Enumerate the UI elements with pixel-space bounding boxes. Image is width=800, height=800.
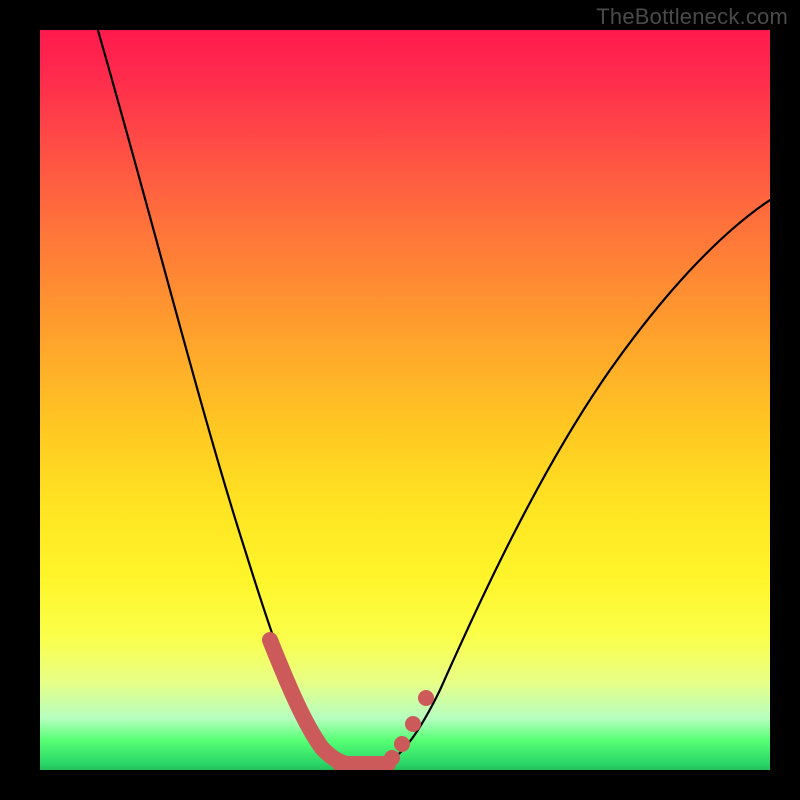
- optimal-dot-3: [405, 716, 421, 732]
- bottleneck-curve-right: [385, 200, 770, 763]
- curve-layer: [40, 30, 770, 770]
- plot-area: [40, 30, 770, 770]
- watermark-text: TheBottleneck.com: [596, 4, 788, 30]
- optimal-dot-1: [384, 750, 400, 766]
- chart-frame: TheBottleneck.com: [0, 0, 800, 800]
- optimal-dot-2: [394, 736, 410, 752]
- bottleneck-curve-left: [95, 30, 345, 763]
- optimal-dot-4: [418, 690, 434, 706]
- optimal-marker-left: [270, 640, 352, 765]
